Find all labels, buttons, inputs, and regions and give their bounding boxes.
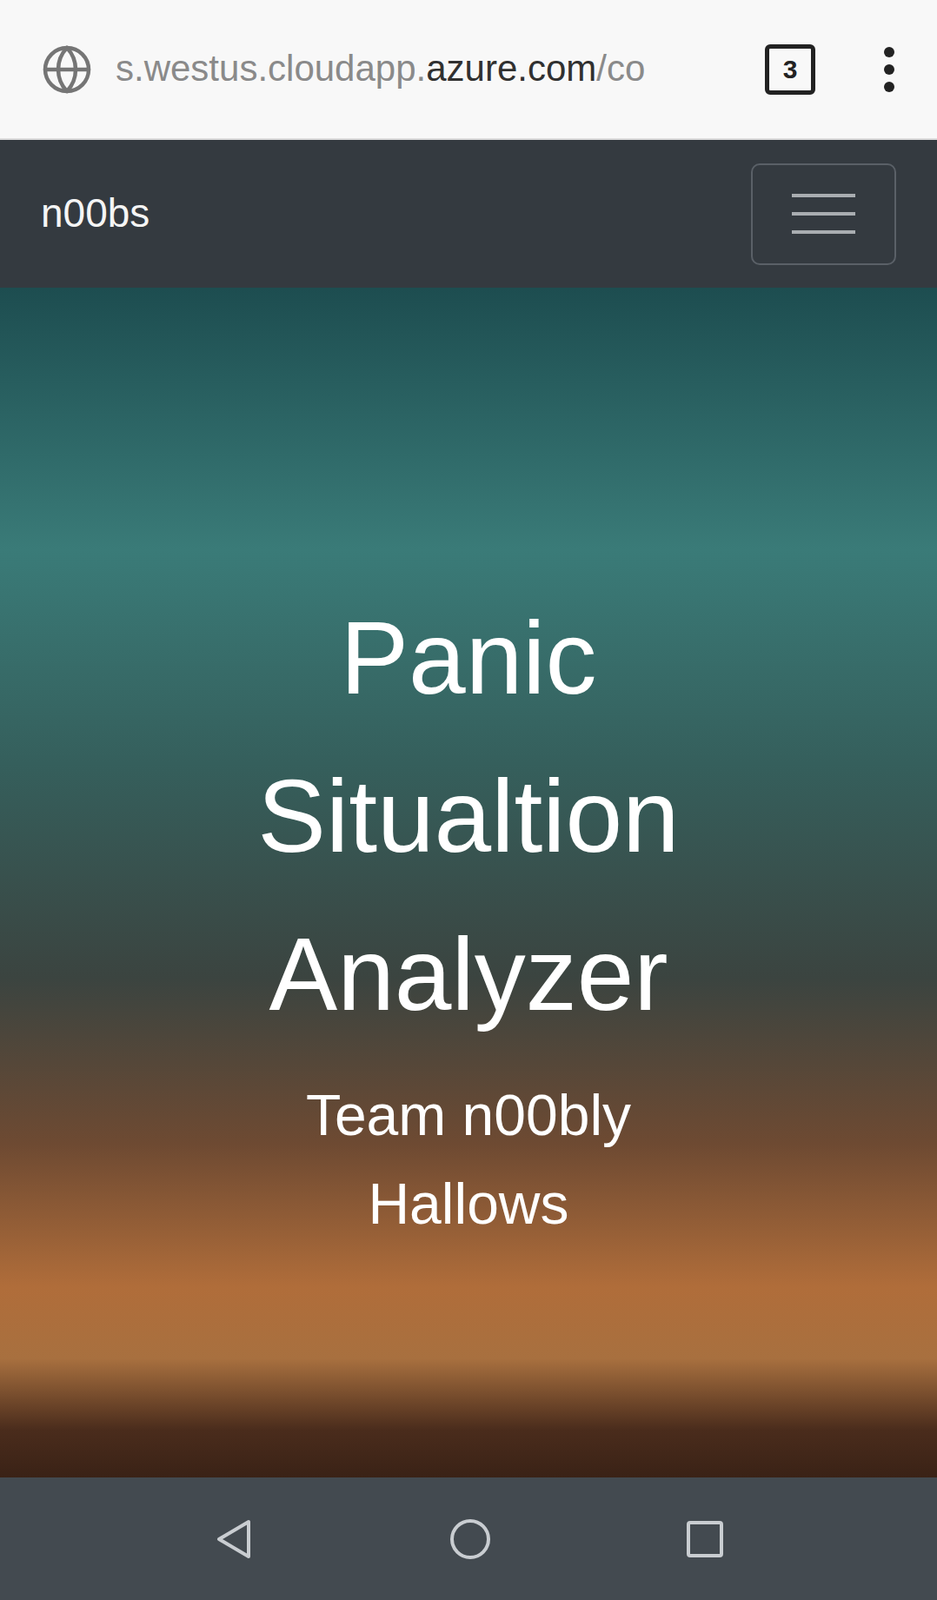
hamburger-line [791,212,856,216]
hamburger-line [791,193,856,198]
globe-icon [40,43,94,96]
address-field[interactable]: s.westus.cloudapp.azure.com/co [115,45,743,94]
site-navbar: n00bs [0,139,937,288]
recents-icon[interactable] [685,1520,725,1559]
url-part: azure.com [425,47,597,89]
hero-banner: Panic Situaltion AnalyzerTeam n00bly Hal… [0,287,937,1478]
hero-subtitle: Team n00bly Hallows [251,1070,686,1249]
system-nav-bar [0,1477,937,1600]
hero-title: Panic Situaltion Analyzer [172,578,765,1054]
tab-count-button[interactable]: 3 [764,44,816,95]
navbar-toggle-button[interactable] [750,163,897,266]
url-part: s.westus.cloudapp. [115,47,426,89]
more-menu-icon[interactable] [876,45,903,94]
hamburger-line [791,230,856,234]
home-icon[interactable] [448,1517,492,1562]
brand-link[interactable]: n00bs [40,189,150,238]
browser-toolbar: s.westus.cloudapp.azure.com/co 3 [0,0,937,140]
phone-screen: s.westus.cloudapp.azure.com/co 3 n00bs Pani… [0,0,937,1600]
back-icon[interactable] [213,1517,255,1562]
url-part: /co [596,47,645,89]
